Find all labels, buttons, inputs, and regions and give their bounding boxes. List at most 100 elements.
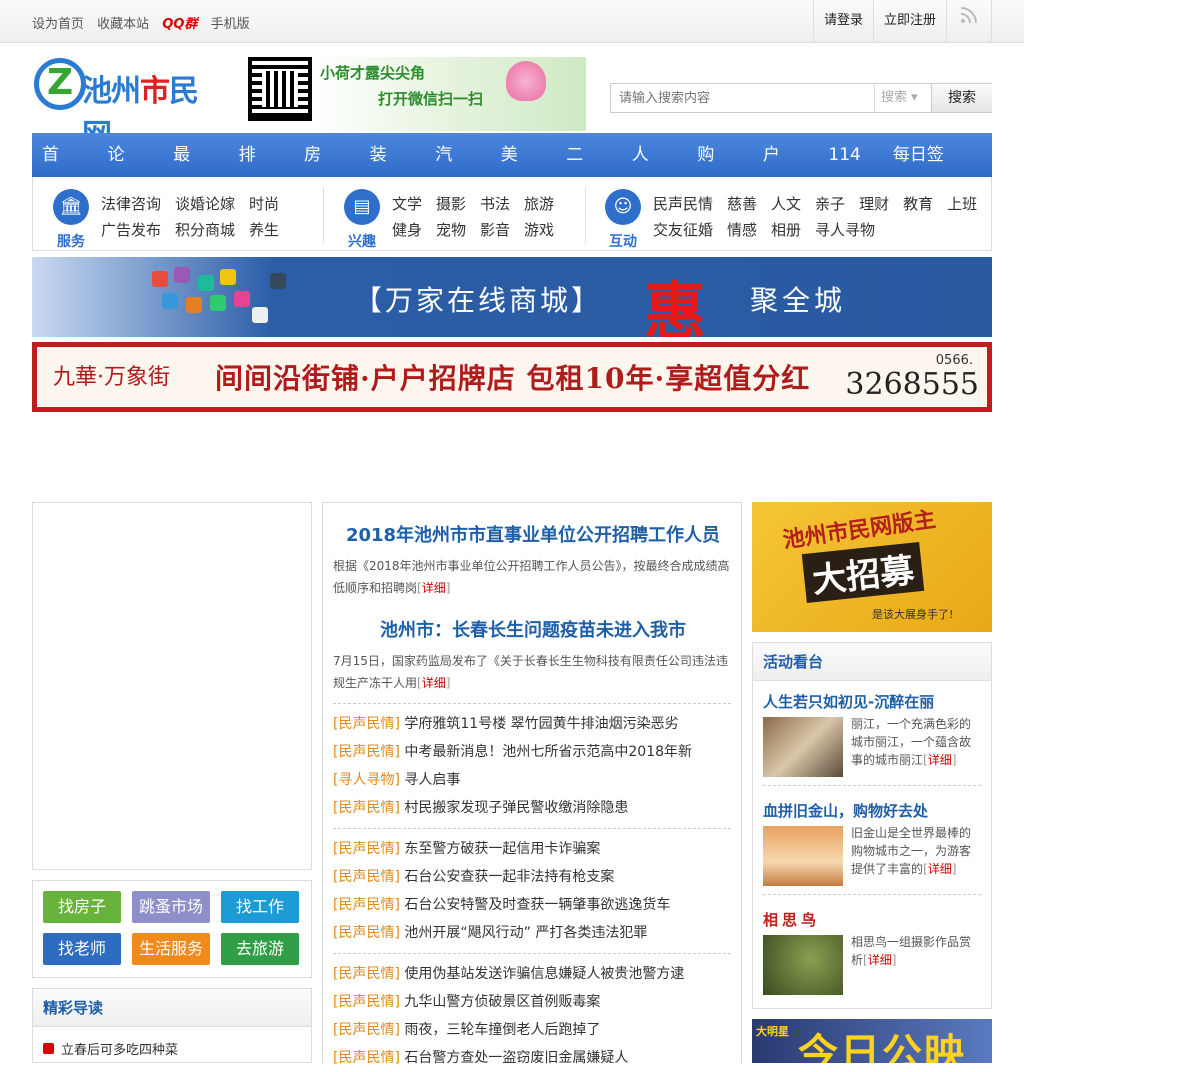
cat-link[interactable]: 游戏 xyxy=(524,221,554,239)
list-item[interactable]: 寻人寻物 寻人启事 xyxy=(333,766,731,794)
flea-market-button[interactable]: 跳蚤市场 xyxy=(132,891,210,923)
travel-button[interactable]: 去旅游 xyxy=(221,933,299,965)
list-item[interactable]: 民声民情 中考最新消息！池州七所省示范高中2018年新 xyxy=(333,738,731,766)
nav-cars[interactable]: 汽车 xyxy=(435,133,469,209)
nav-outdoor[interactable]: 户外 xyxy=(763,133,797,209)
nav-forum[interactable]: 论坛 xyxy=(108,133,142,209)
cat-link[interactable]: 健身 xyxy=(392,221,422,239)
cat-link[interactable]: 养生 xyxy=(249,221,279,239)
list-item[interactable]: 民声民情 学府雅筑11号楼 翠竹园黄牛排油烟污染恶劣 xyxy=(333,710,731,738)
cat-link[interactable]: 书法 xyxy=(480,195,510,213)
nav-114[interactable]: 114 xyxy=(828,133,860,177)
bookmark-link[interactable]: 收藏本站 xyxy=(97,17,149,32)
book-icon: ▤ xyxy=(344,189,380,225)
detail-link[interactable]: 详细 xyxy=(923,862,956,876)
cat-link[interactable]: 摄影 xyxy=(436,195,466,213)
list-item[interactable]: 民声民情 池州开展“飓风行动” 严打各类违法犯罪 xyxy=(333,919,731,947)
cat-link[interactable]: 相册 xyxy=(771,221,801,239)
list-item[interactable]: 民声民情 石台公安查获一起非法持有枪支案 xyxy=(333,863,731,891)
find-job-button[interactable]: 找工作 xyxy=(221,891,299,923)
list-item[interactable]: 民声民情 使用伪基站发送诈骗信息嫌疑人被贵池警方逮 xyxy=(333,960,731,988)
search-type-select[interactable]: 搜索 ▾ xyxy=(874,84,931,112)
nav-ranking[interactable]: 排行 xyxy=(239,133,273,209)
activity-item: 相思鸟 相思鸟一组摄影作品赏析详细 xyxy=(763,909,981,995)
list-item[interactable]: 民声民情 村民搬家发现子弹民警收缴消除隐患 xyxy=(333,794,731,822)
list-item[interactable]: 民声民情 石台公安特警及时查获一辆肇事欲逃逸货车 xyxy=(333,891,731,919)
detail-link[interactable]: 详细 xyxy=(923,753,956,767)
cat-link[interactable]: 民声民情 xyxy=(653,195,713,213)
movie-banner[interactable]: 大明星 今日公映 xyxy=(752,1019,992,1063)
headline-1[interactable]: 2018年池州市市直事业单位公开招聘工作人员 xyxy=(323,521,743,547)
nav-talent[interactable]: 人才 xyxy=(632,133,666,209)
life-service-button[interactable]: 生活服务 xyxy=(132,933,210,965)
activity-thumbnail[interactable] xyxy=(763,935,843,995)
ad-slogan: 间间沿街铺·户户招牌店 包租10年·享超值分红 xyxy=(215,362,811,395)
detail-link[interactable]: 详细 xyxy=(863,953,896,967)
guide-item[interactable]: 立春后可多吃四种菜 xyxy=(43,1039,178,1058)
cat-link[interactable]: 寻人寻物 xyxy=(815,221,875,239)
rss-icon[interactable] xyxy=(946,0,992,42)
cat-link[interactable]: 法律咨询 xyxy=(101,195,161,213)
mall-banner-text: 【万家在线商城】 xyxy=(354,284,603,317)
list-item[interactable]: 民声民情 九华山警方侦破景区首例贩毒案 xyxy=(333,988,731,1016)
category-name: 互动 xyxy=(609,234,637,250)
cat-link[interactable]: 广告发布 xyxy=(101,221,161,239)
nav-home[interactable]: 首页 xyxy=(42,133,76,209)
activity-thumbnail[interactable] xyxy=(763,826,843,886)
nav-checkin[interactable]: 每日签到 xyxy=(893,133,960,209)
activity-item-title[interactable]: 血拼旧金山，购物好去处 xyxy=(763,800,981,824)
find-teacher-button[interactable]: 找老师 xyxy=(43,933,121,965)
cat-link[interactable]: 慈善 xyxy=(727,195,757,213)
activity-item-title[interactable]: 人生若只如初见-沉醉在丽 xyxy=(763,691,981,715)
account-links: 请登录 立即注册 xyxy=(812,0,992,42)
detail-link[interactable]: 详细 xyxy=(417,676,450,690)
cat-link[interactable]: 情感 xyxy=(727,221,757,239)
mobile-link[interactable]: 手机版 xyxy=(211,17,250,32)
cat-link[interactable]: 谈婚论嫁 xyxy=(175,195,235,213)
nav-decoration[interactable]: 装修 xyxy=(370,133,404,209)
mall-banner[interactable]: 【万家在线商城】 惠 聚全城 xyxy=(32,257,992,337)
news-list-2: 民声民情 东至警方破获一起信用卡诈骗案 民声民情 石台公安查获一起非法持有枪支案… xyxy=(333,835,731,947)
nav-shopping[interactable]: 购物 xyxy=(697,133,731,209)
recruit-line2: 大招募 xyxy=(801,541,925,604)
cat-link[interactable]: 教育 xyxy=(903,195,933,213)
nav-food[interactable]: 美食 xyxy=(501,133,535,209)
cat-link[interactable]: 宠物 xyxy=(436,221,466,239)
cat-link[interactable]: 文学 xyxy=(392,195,422,213)
search-input[interactable] xyxy=(611,84,873,112)
activity-title: 活动看台 xyxy=(753,643,991,681)
activity-item-title[interactable]: 相思鸟 xyxy=(763,909,981,933)
cat-link[interactable]: 亲子 xyxy=(815,195,845,213)
shop-ad-banner[interactable]: 九華·万象街 间间沿街铺·户户招牌店 包租10年·享超值分红 0566. 326… xyxy=(32,342,992,412)
cat-link[interactable]: 影音 xyxy=(480,221,510,239)
cat-link[interactable]: 时尚 xyxy=(249,195,279,213)
list-item[interactable]: 民声民情 雨夜，三轮车撞倒老人后跑掉了 xyxy=(333,1016,731,1044)
lotus-icon xyxy=(506,61,546,101)
search-bar: 搜索 ▾ 搜索 xyxy=(610,83,992,113)
list-item[interactable]: 民声民情 石台警方查处一盗窃废旧金属嫌疑人 xyxy=(333,1044,731,1072)
register-link[interactable]: 立即注册 xyxy=(872,0,946,42)
site-logo[interactable]: Z 池州市民网 xyxy=(34,58,224,153)
activity-thumbnail[interactable] xyxy=(763,717,843,777)
list-item[interactable]: 民声民情 东至警方破获一起信用卡诈骗案 xyxy=(333,835,731,863)
nav-latest[interactable]: 最新 xyxy=(173,133,207,209)
nav-secondhand[interactable]: 二手 xyxy=(566,133,600,209)
moderator-recruit-banner[interactable]: 池州市民网版主 大招募 是该大展身手了! xyxy=(752,502,992,632)
ad-brand: 九華·万象街 xyxy=(53,365,170,390)
users-icon: ☺ xyxy=(605,189,641,225)
cat-link[interactable]: 理财 xyxy=(859,195,889,213)
detail-link[interactable]: 详细 xyxy=(417,581,450,595)
cat-link[interactable]: 交友征婚 xyxy=(653,221,713,239)
search-button[interactable]: 搜索 xyxy=(931,84,992,112)
cat-link[interactable]: 旅游 xyxy=(524,195,554,213)
headline-2[interactable]: 池州市：长春长生问题疫苗未进入我市 xyxy=(323,616,743,642)
cat-link[interactable]: 上班 xyxy=(947,195,977,213)
cat-link[interactable]: 积分商城 xyxy=(175,221,235,239)
headline-1-summary: 根据《2018年池州市事业单位公开招聘工作人员公告》，按最终合成成绩高低顺序和招… xyxy=(333,555,731,599)
cat-link[interactable]: 人文 xyxy=(771,195,801,213)
qq-group-link[interactable]: QQ群 xyxy=(162,17,197,32)
nav-realestate[interactable]: 房产 xyxy=(304,133,338,209)
find-house-button[interactable]: 找房子 xyxy=(43,891,121,923)
login-link[interactable]: 请登录 xyxy=(812,0,873,42)
set-homepage-link[interactable]: 设为首页 xyxy=(32,17,84,32)
